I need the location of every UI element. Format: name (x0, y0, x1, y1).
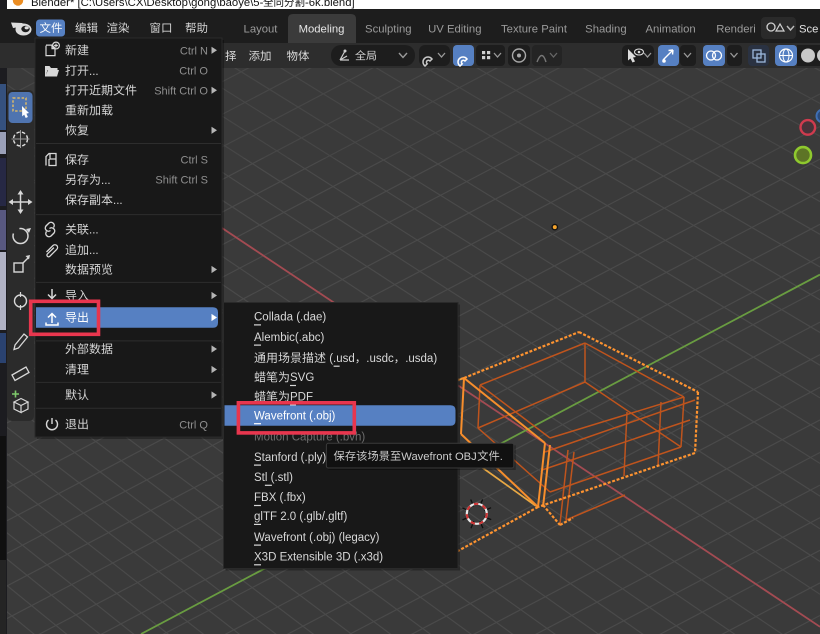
svg-text:Shift Ctrl S: Shift Ctrl S (155, 175, 208, 187)
svg-text:Layout: Layout (244, 24, 279, 36)
svg-text:Wavefront (.obj): Wavefront (.obj) (254, 410, 336, 422)
svg-text:Sce: Sce (799, 24, 818, 36)
svg-text:...: ... (89, 66, 99, 78)
svg-text:glTF 2.0 (.glb/.gltf): glTF 2.0 (.glb/.gltf) (254, 511, 347, 523)
svg-text:Sculpting: Sculpting (365, 24, 411, 36)
svg-text:FBX (.fbx): FBX (.fbx) (254, 492, 306, 504)
svg-text:Renderi: Renderi (716, 24, 756, 36)
svg-text:...: ... (89, 245, 99, 257)
svg-text:.: . (500, 451, 503, 463)
svg-text:Stanford (.ply): Stanford (.ply) (254, 452, 326, 464)
svg-text:Ctrl S: Ctrl S (181, 155, 209, 167)
svg-text:X3D Extensible 3D (.x3d): X3D Extensible 3D (.x3d) (254, 552, 383, 564)
svg-text:Wavefront (.obj) (legacy): Wavefront (.obj) (legacy) (254, 532, 380, 544)
svg-text:UV Editing: UV Editing (428, 24, 481, 36)
svg-text:...: ... (101, 175, 111, 187)
svg-text:Ctrl Q: Ctrl Q (179, 419, 208, 431)
svg-text:Modeling: Modeling (299, 24, 345, 36)
svg-text:-6k.blend]: -6k.blend] (305, 0, 355, 9)
svg-text:Alembic(.abc): Alembic(.abc) (254, 332, 324, 344)
svg-text:.usda): .usda) (405, 353, 437, 365)
svg-text:Collada (.dae): Collada (.dae) (254, 312, 326, 324)
svg-text:Animation: Animation (645, 24, 695, 36)
svg-text:Blender* [C:\Users\CX\Desktop: Blender* [C:\Users\CX\Desktop\gong\baoye… (31, 0, 264, 9)
svg-text:Ctrl O: Ctrl O (179, 66, 208, 78)
svg-text:Shading: Shading (585, 24, 626, 36)
svg-text:...: ... (89, 225, 99, 237)
svg-text:Shift Ctrl O: Shift Ctrl O (154, 85, 208, 97)
svg-text:...: ... (113, 195, 123, 207)
svg-text:(.usd: (.usd (329, 353, 355, 365)
svg-text:Texture Paint: Texture Paint (501, 24, 568, 36)
svg-text:Wavefront OBJ: Wavefront OBJ (401, 451, 476, 463)
svg-text:Ctrl N: Ctrl N (180, 45, 208, 57)
svg-text:SVG: SVG (290, 372, 314, 384)
svg-text:.usdc: .usdc (366, 353, 394, 365)
svg-text:Stl (.stl): Stl (.stl) (254, 472, 293, 484)
